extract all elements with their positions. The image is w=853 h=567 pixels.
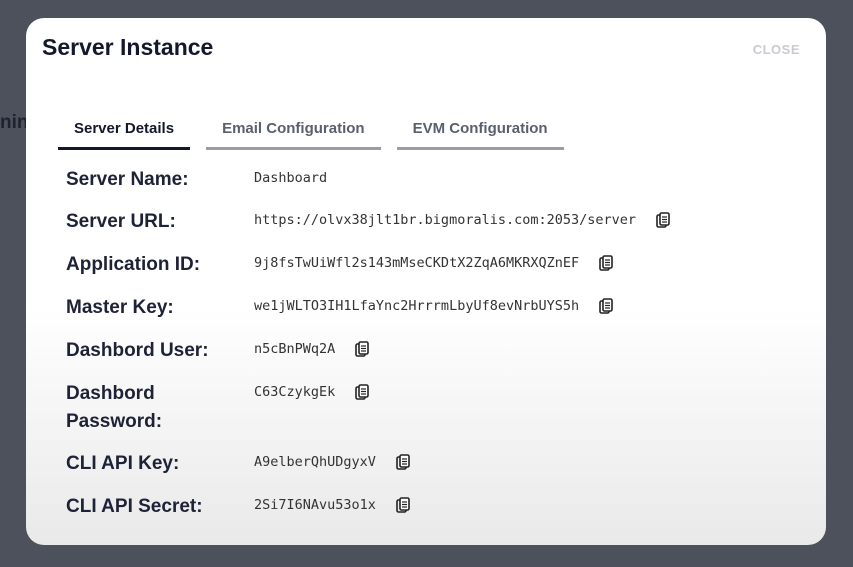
copy-icon[interactable] <box>396 497 410 513</box>
field-value: 2Si7I6NAvu53o1x <box>254 497 376 513</box>
field-value: 9j8fsTwUiWfl2s143mMseCKDtX2ZqA6MKRXQZnEF <box>254 255 580 271</box>
tab-bar: Server Details Email Configuration EVM C… <box>58 120 580 150</box>
copy-icon[interactable] <box>599 255 613 271</box>
tab-server-details[interactable]: Server Details <box>58 120 191 150</box>
copy-icon[interactable] <box>355 341 370 357</box>
field-label: Server Name: <box>66 169 189 190</box>
field-label: Dashbord Password: <box>66 383 163 432</box>
field-label: Master Key: <box>66 297 174 318</box>
close-button[interactable]: CLOSE <box>753 42 800 57</box>
background-partial-text: nin <box>0 112 29 133</box>
field-label: Server URL: <box>66 211 176 232</box>
server-instance-modal: Server Instance CLOSE Server Details Ema… <box>26 18 826 545</box>
field-value: Dashboard <box>254 170 328 186</box>
modal-title: Server Instance <box>42 34 214 60</box>
tab-evm-configuration[interactable]: EVM Configuration <box>396 120 564 150</box>
copy-icon[interactable] <box>396 454 410 470</box>
field-label: CLI API Secret: <box>66 496 203 517</box>
field-value: n5cBnPWq2A <box>254 341 336 357</box>
copy-icon[interactable] <box>656 212 670 228</box>
field-value: we1jWLTO3IH1LfaYnc2HrrrmLbyUf8evNrbUYS5h <box>254 298 580 314</box>
field-label: Application ID: <box>66 254 201 275</box>
field-label: CLI API Key: <box>66 453 180 474</box>
tab-email-configuration[interactable]: Email Configuration <box>206 120 381 150</box>
copy-icon[interactable] <box>599 298 613 314</box>
field-value: A9elberQhUDgyxV <box>254 454 376 470</box>
field-label: Dashbord User: <box>66 340 209 361</box>
field-value: C63CzykgEk <box>254 384 336 400</box>
copy-icon[interactable] <box>355 384 370 400</box>
field-value: https://olvx38jlt1br.bigmoralis.com:2053… <box>254 212 637 228</box>
